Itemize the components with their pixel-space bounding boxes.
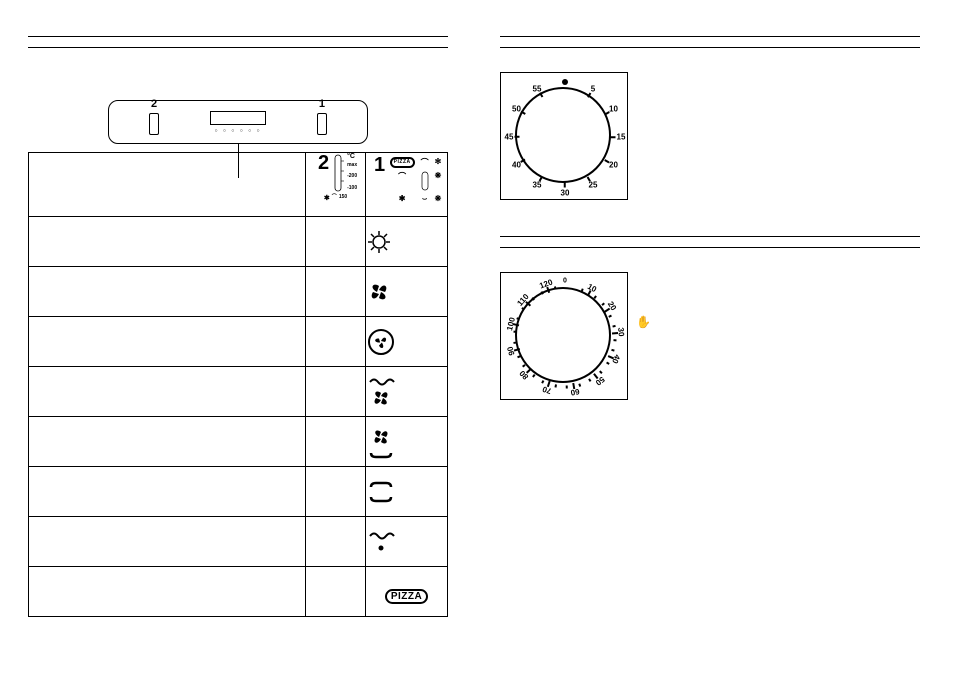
dial-number: 30: [561, 189, 570, 198]
fan-bracket-icon: [366, 417, 448, 467]
dial-number: 5: [591, 84, 595, 93]
table-row: [29, 367, 448, 417]
temperature-knob-icon: [331, 153, 345, 193]
rule-line: [500, 247, 920, 248]
table-row: [29, 267, 448, 317]
dial-number: 45: [505, 133, 514, 142]
fan-mini-icon: ✱: [324, 195, 330, 203]
header-2-number: 2: [314, 153, 329, 173]
hand-icon: ✋: [636, 315, 651, 329]
light-mini-icon: ⌒: [390, 171, 415, 191]
dial-tick: [579, 383, 581, 386]
dial-tick: [593, 295, 596, 298]
dial-tick: [601, 302, 604, 305]
dial-tick: [611, 136, 616, 138]
temp-unit-label: °C: [347, 153, 357, 161]
rule-line: [500, 47, 920, 48]
control-panel-diagram: 2 1 ○ ○ ○ ○ ○ ○: [108, 100, 368, 144]
dial-tick: [541, 380, 544, 383]
dial-tick: [532, 374, 535, 377]
dial-tick: [612, 349, 615, 351]
pizza-icon: PIZZA: [366, 567, 448, 617]
fan-mini-icon: ✻: [435, 157, 442, 168]
timer-dial-60: 510152025303540455055: [500, 72, 628, 200]
dial-number: 10: [609, 105, 618, 114]
brackets-icon: [366, 467, 448, 517]
dial-tick: [572, 383, 575, 389]
pizza-mini-icon: PIZZA: [390, 157, 415, 168]
dial-number: 15: [617, 133, 626, 142]
fan-solid-icon: [366, 267, 448, 317]
header-knob-2: 2 °C max -200 -100: [306, 153, 366, 217]
brackets-mini-icon: ⌒: [421, 157, 429, 168]
dial-number: 25: [589, 181, 598, 190]
dial-zero: 0: [563, 278, 567, 285]
dial-tick: [609, 314, 612, 317]
knob-slot-right: [317, 113, 327, 135]
knob-label-1: 1: [319, 98, 325, 110]
dial-number: 40: [611, 353, 623, 365]
rule-line: [28, 47, 448, 48]
wave-dot-icon: [366, 517, 448, 567]
header-1-number: 1: [370, 155, 385, 175]
dial-tick: [606, 362, 609, 365]
left-column: 2 1 ○ ○ ○ ○ ○ ○ 2: [28, 36, 448, 617]
table-row: [29, 417, 448, 467]
dial-number: 20: [609, 161, 618, 170]
table-row: [29, 517, 448, 567]
knob-label-2: 2: [151, 98, 157, 110]
cooking-modes-table: 2 °C max -200 -100: [28, 152, 448, 617]
dial-tick: [612, 332, 618, 334]
dial-number: 90: [505, 346, 516, 357]
wave-fan-icon: [366, 367, 448, 417]
dial-tick: [523, 364, 526, 367]
right-column: 510152025303540455055 010203040506070809…: [500, 36, 920, 400]
mini-knob-icon: [421, 171, 429, 191]
table-row: PIZZA: [29, 567, 448, 617]
dial-tick: [604, 307, 610, 312]
dial-tick: [613, 339, 616, 341]
dial-tick: [589, 378, 592, 381]
fan-br-mini-icon: ✱: [390, 194, 415, 204]
dial-tick: [515, 136, 520, 138]
dial-number: 35: [533, 181, 542, 190]
light-icon: [366, 217, 448, 267]
knob-slot-left: [149, 113, 159, 135]
dial-top-dot: [562, 79, 568, 85]
dial-tick: [554, 286, 556, 289]
fan-circle-icon: [366, 317, 448, 367]
brackets-mini-icon: ⌣: [421, 194, 429, 204]
conv-mini-icon: ❋: [435, 171, 442, 191]
header-knob-1: 1 PIZZA ⌒ ✻ ⌒ ❋ ✱ ⌣ ❋: [366, 153, 448, 217]
dial-tick: [566, 385, 568, 388]
timer-dial-120: 0102030405060708090100110120: [500, 272, 628, 400]
dial-tick: [612, 325, 615, 327]
dial-tick: [600, 370, 603, 373]
dial-tick: [564, 183, 566, 188]
panel-display: [210, 111, 266, 125]
header-desc: [29, 153, 306, 217]
table-row: [29, 467, 448, 517]
table-row: [29, 317, 448, 367]
panel-display-dots: ○ ○ ○ ○ ○ ○: [214, 128, 261, 134]
table-row: [29, 217, 448, 267]
wave-mini-icon: ❋: [435, 194, 442, 204]
dial-tick: [555, 385, 557, 388]
